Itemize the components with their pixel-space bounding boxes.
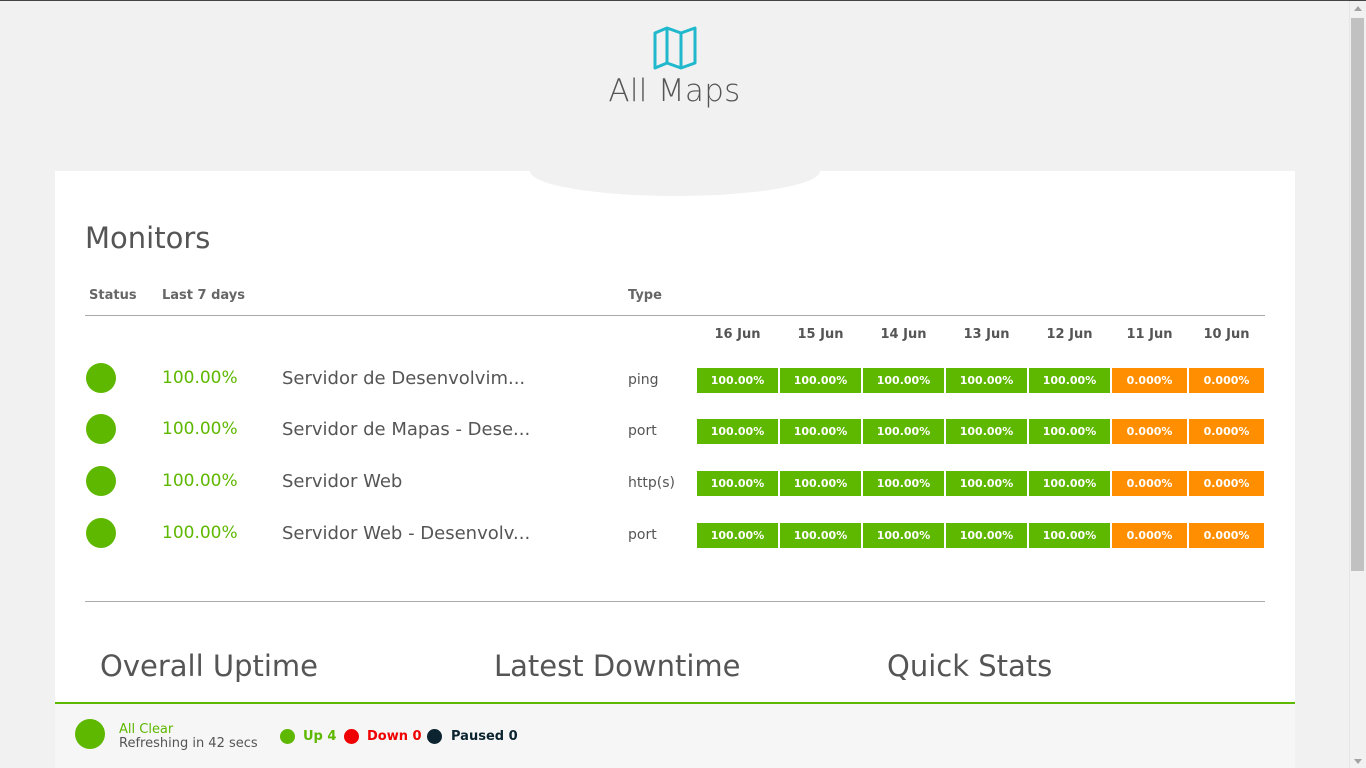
daily-uptime-cell: 0.000% <box>1189 368 1264 393</box>
day-header: 11 Jun <box>1126 327 1173 342</box>
daily-uptime-cell: 100.00% <box>780 368 861 393</box>
column-header-type: Type <box>628 288 662 303</box>
column-header-last7: Last 7 days <box>162 288 245 303</box>
monitor-type: http(s) <box>628 475 675 491</box>
overall-uptime-heading: Overall Uptime <box>100 649 319 683</box>
day-header: 13 Jun <box>963 327 1010 342</box>
overall-status-label: All Clear <box>119 722 174 737</box>
status-dot <box>86 414 116 444</box>
paused-count[interactable]: Paused 0 <box>451 729 518 744</box>
daily-uptime-cell: 100.00% <box>697 368 778 393</box>
overall-status-dot <box>75 719 105 749</box>
section-divider <box>85 601 1265 602</box>
monitor-type: port <box>628 527 657 543</box>
scrollbar-thumb[interactable] <box>1351 18 1364 571</box>
daily-uptime-cell: 0.000% <box>1189 523 1264 548</box>
status-dot <box>86 518 116 548</box>
weekly-uptime: 100.00% <box>162 368 238 388</box>
latest-downtime-heading: Latest Downtime <box>494 649 741 683</box>
monitor-name[interactable]: Servidor Web <box>282 471 402 492</box>
monitor-name[interactable]: Servidor de Desenvolvim... <box>282 368 525 389</box>
day-header: 12 Jun <box>1046 327 1093 342</box>
paused-dot <box>427 729 442 744</box>
daily-uptime-cell: 0.000% <box>1112 368 1187 393</box>
header-divider <box>85 315 1265 316</box>
monitor-row[interactable]: 100.00% Servidor Web - Desenvolv... port 10… <box>0 518 1349 552</box>
daily-uptime-cell: 100.00% <box>1029 471 1110 496</box>
weekly-uptime: 100.00% <box>162 523 238 543</box>
daily-uptime-cell: 100.00% <box>697 419 778 444</box>
day-header: 15 Jun <box>797 327 844 342</box>
daily-uptime-cell: 100.00% <box>697 471 778 496</box>
daily-uptime-cell: 0.000% <box>1189 471 1264 496</box>
daily-uptime-cell: 0.000% <box>1112 471 1187 496</box>
daily-uptime-cell: 100.00% <box>946 368 1027 393</box>
daily-uptime-cell: 100.00% <box>697 523 778 548</box>
refresh-countdown: Refreshing in 42 secs <box>119 736 258 751</box>
daily-uptime-cell: 100.00% <box>780 471 861 496</box>
monitor-row[interactable]: 100.00% Servidor de Desenvolvim... ping 100… <box>0 363 1349 397</box>
quick-stats-heading: Quick Stats <box>887 649 1053 683</box>
day-header: 16 Jun <box>714 327 761 342</box>
monitor-type: port <box>628 423 657 439</box>
day-header: 14 Jun <box>880 327 927 342</box>
scroll-up-arrow-icon[interactable] <box>1354 6 1362 11</box>
status-dot <box>86 363 116 393</box>
daily-uptime-cell: 100.00% <box>946 471 1027 496</box>
page-title: All Maps <box>608 73 741 109</box>
daily-uptime-cell: 100.00% <box>946 419 1027 444</box>
daily-uptime-cell: 100.00% <box>780 523 861 548</box>
column-header-status: Status <box>89 288 137 303</box>
daily-uptime-cell: 100.00% <box>1029 368 1110 393</box>
daily-uptime-cell: 0.000% <box>1189 419 1264 444</box>
weekly-uptime: 100.00% <box>162 471 238 491</box>
monitor-row[interactable]: 100.00% Servidor de Mapas - Dese... port 10… <box>0 414 1349 448</box>
page-header: All Maps <box>0 1 1349 171</box>
daily-uptime-cell: 100.00% <box>780 419 861 444</box>
status-dot <box>86 466 116 496</box>
daily-uptime-cell: 100.00% <box>863 471 944 496</box>
daily-uptime-cell: 0.000% <box>1112 523 1187 548</box>
weekly-uptime: 100.00% <box>162 419 238 439</box>
monitor-name[interactable]: Servidor de Mapas - Dese... <box>282 419 530 440</box>
scroll-down-arrow-icon[interactable] <box>1354 759 1362 764</box>
daily-uptime-cell: 100.00% <box>863 523 944 548</box>
daily-uptime-cell: 0.000% <box>1112 419 1187 444</box>
down-dot <box>344 729 359 744</box>
status-footer: All Clear Refreshing in 42 secs Up 4 Dow… <box>55 702 1295 768</box>
page-scrollbar[interactable] <box>1349 1 1366 768</box>
up-count[interactable]: Up 4 <box>303 729 336 744</box>
monitor-name[interactable]: Servidor Web - Desenvolv... <box>282 523 530 544</box>
monitor-type: ping <box>628 372 659 388</box>
daily-uptime-cell: 100.00% <box>863 368 944 393</box>
day-header: 10 Jun <box>1203 327 1250 342</box>
down-count[interactable]: Down 0 <box>367 729 422 744</box>
monitor-row[interactable]: 100.00% Servidor Web http(s) 100.00% 100.00%… <box>0 466 1349 500</box>
daily-uptime-cell: 100.00% <box>946 523 1027 548</box>
up-dot <box>280 729 295 744</box>
monitors-heading: Monitors <box>85 221 211 255</box>
daily-uptime-cell: 100.00% <box>1029 523 1110 548</box>
daily-uptime-cell: 100.00% <box>1029 419 1110 444</box>
daily-uptime-cell: 100.00% <box>863 419 944 444</box>
map-icon <box>653 26 697 70</box>
